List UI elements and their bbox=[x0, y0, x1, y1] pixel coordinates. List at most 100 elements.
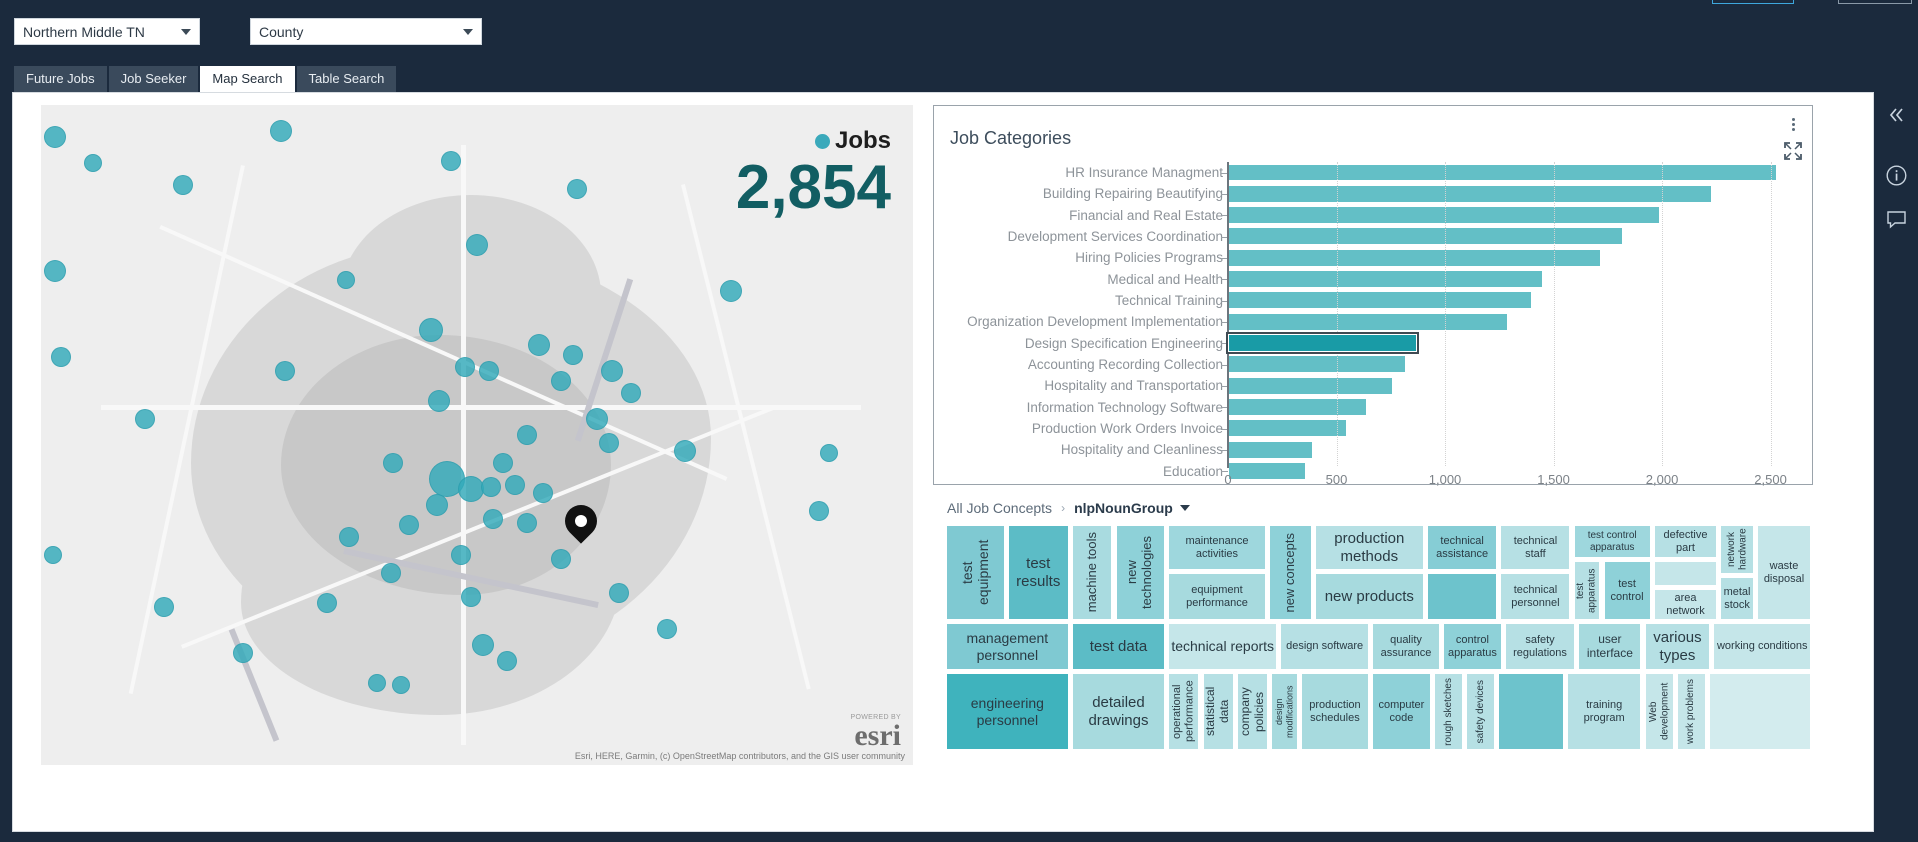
tab-map-search[interactable]: Map Search bbox=[200, 66, 295, 92]
map-cluster-dot[interactable] bbox=[51, 347, 71, 367]
bar[interactable] bbox=[1228, 462, 1307, 481]
bar-chart-plot[interactable]: HR Insurance Managment Building Repairing… bbox=[934, 162, 1814, 482]
map-cluster-dot[interactable] bbox=[154, 597, 174, 617]
map-cluster-dot[interactable] bbox=[505, 475, 525, 495]
treemap-tile[interactable]: technical personnel bbox=[1501, 574, 1570, 619]
map-cluster-dot[interactable] bbox=[497, 651, 517, 671]
info-icon[interactable] bbox=[1874, 156, 1918, 194]
bar[interactable] bbox=[1228, 184, 1712, 203]
treemap-tile[interactable]: quality assurance bbox=[1373, 624, 1439, 669]
map-cluster-dot[interactable] bbox=[479, 361, 499, 381]
map-cluster-dot[interactable] bbox=[601, 360, 623, 382]
bar[interactable] bbox=[1228, 440, 1313, 459]
tab-table-search[interactable]: Table Search bbox=[296, 66, 397, 92]
treemap-tile[interactable]: test apparatus bbox=[1574, 562, 1600, 619]
map-cluster-dot[interactable] bbox=[275, 361, 295, 381]
treemap-tile[interactable]: statistical data bbox=[1203, 674, 1233, 749]
map-cluster-dot[interactable] bbox=[657, 619, 677, 639]
map-cluster-dot[interactable] bbox=[383, 453, 403, 473]
treemap-tile[interactable]: test control bbox=[1604, 562, 1650, 619]
map-cluster-dot[interactable] bbox=[674, 440, 696, 462]
treemap-tile[interactable] bbox=[1499, 674, 1563, 749]
treemap-tile[interactable]: test results bbox=[1008, 526, 1068, 619]
treemap-tile[interactable]: test control apparatus bbox=[1574, 526, 1650, 557]
treemap-tile[interactable]: computer code bbox=[1373, 674, 1430, 749]
treemap-tile[interactable]: network hardware bbox=[1721, 526, 1753, 573]
treemap-tile[interactable]: technical assistance bbox=[1428, 526, 1497, 569]
bar-chart-row[interactable]: HR Insurance Managment bbox=[934, 162, 1814, 183]
bar-chart-row[interactable]: Education bbox=[934, 461, 1814, 482]
treemap-tile[interactable]: rough sketches bbox=[1434, 674, 1462, 749]
expand-icon[interactable] bbox=[1784, 142, 1802, 160]
treemap-tile[interactable]: user interface bbox=[1579, 624, 1641, 669]
bar[interactable] bbox=[1226, 332, 1419, 355]
map-cluster-dot[interactable] bbox=[399, 515, 419, 535]
treemap-tile[interactable]: management personnel bbox=[947, 624, 1068, 669]
map-cluster-dot[interactable] bbox=[441, 151, 461, 171]
treemap-tile[interactable] bbox=[1709, 674, 1810, 749]
map-cluster-dot[interactable] bbox=[339, 527, 359, 547]
bar-chart-row[interactable]: Hiring Policies Programs bbox=[934, 247, 1814, 268]
bar[interactable] bbox=[1228, 419, 1348, 438]
treemap-tile[interactable] bbox=[1428, 574, 1497, 619]
treemap-tile[interactable]: control apparatus bbox=[1444, 624, 1501, 669]
treemap-tile[interactable]: safety devices bbox=[1467, 674, 1494, 749]
bar[interactable] bbox=[1228, 312, 1508, 331]
treemap-tile[interactable]: metal stock bbox=[1721, 578, 1753, 619]
map-cluster-dot[interactable] bbox=[458, 476, 484, 502]
bar[interactable] bbox=[1228, 291, 1532, 310]
chevron-down-icon[interactable] bbox=[1179, 505, 1190, 511]
bar-chart-row[interactable]: Accounting Recording Collection bbox=[934, 354, 1814, 375]
map-cluster-dot[interactable] bbox=[381, 563, 401, 583]
bar-chart-row[interactable]: Development Services Coordination bbox=[934, 226, 1814, 247]
breadcrumb-current[interactable]: nlpNounGroup bbox=[1074, 500, 1173, 516]
map-cluster-dot[interactable] bbox=[426, 494, 448, 516]
map-pin-icon[interactable] bbox=[558, 498, 604, 549]
chrome-stub-plain[interactable] bbox=[1838, 0, 1912, 4]
map-cluster-dot[interactable] bbox=[563, 345, 583, 365]
bar[interactable] bbox=[1228, 206, 1660, 225]
treemap-tile[interactable]: test data bbox=[1073, 624, 1164, 669]
bar[interactable] bbox=[1228, 248, 1602, 267]
comment-icon[interactable] bbox=[1874, 200, 1918, 238]
bar[interactable] bbox=[1228, 398, 1367, 417]
bar-chart-row[interactable]: Technical Training bbox=[934, 290, 1814, 311]
bar[interactable] bbox=[1228, 227, 1623, 246]
map-cluster-dot[interactable] bbox=[270, 120, 292, 142]
kebab-menu-icon[interactable] bbox=[1786, 114, 1800, 134]
tab-job-seeker[interactable]: Job Seeker bbox=[108, 66, 199, 92]
map-cluster-dot[interactable] bbox=[392, 676, 410, 694]
treemap-tile[interactable]: new technologies bbox=[1116, 526, 1164, 619]
treemap-tile[interactable]: equipment performance bbox=[1169, 574, 1265, 619]
bar-chart-row[interactable]: Hospitality and Transportation bbox=[934, 375, 1814, 396]
map-cluster-dot[interactable] bbox=[44, 126, 66, 148]
bar[interactable] bbox=[1228, 270, 1543, 289]
treemap-tile[interactable]: company policies bbox=[1237, 674, 1268, 749]
treemap-tile[interactable]: new products bbox=[1315, 574, 1423, 619]
treemap-tile[interactable] bbox=[1654, 562, 1717, 585]
map-cluster-dot[interactable] bbox=[820, 444, 838, 462]
map-cluster-dot[interactable] bbox=[233, 643, 253, 663]
treemap-tile[interactable]: Web development bbox=[1645, 674, 1673, 749]
treemap-tile[interactable]: training program bbox=[1567, 674, 1641, 749]
map-cluster-dot[interactable] bbox=[586, 408, 608, 430]
treemap-tile[interactable]: machine tools bbox=[1073, 526, 1112, 619]
map-cluster-dot[interactable] bbox=[567, 179, 587, 199]
treemap-tile[interactable]: test equipment bbox=[947, 526, 1004, 619]
treemap-tile[interactable]: technical staff bbox=[1501, 526, 1570, 569]
treemap-tile[interactable]: design software bbox=[1281, 624, 1368, 669]
map-cluster-dot[interactable] bbox=[428, 390, 450, 412]
bar[interactable] bbox=[1228, 376, 1393, 395]
map-cluster-dot[interactable] bbox=[609, 583, 629, 603]
map-cluster-dot[interactable] bbox=[451, 545, 471, 565]
treemap-tile[interactable]: engineering personnel bbox=[947, 674, 1068, 749]
map-cluster-dot[interactable] bbox=[720, 280, 742, 302]
map-cluster-dot[interactable] bbox=[493, 453, 513, 473]
treemap-tile[interactable]: area network bbox=[1654, 590, 1717, 619]
treemap-tile[interactable]: production schedules bbox=[1302, 674, 1368, 749]
map-cluster-dot[interactable] bbox=[44, 260, 66, 282]
treemap-tile[interactable]: new concepts bbox=[1270, 526, 1311, 619]
map-cluster-dot[interactable] bbox=[173, 175, 193, 195]
map-cluster-dot[interactable] bbox=[419, 318, 443, 342]
treemap-tile[interactable]: technical reports bbox=[1169, 624, 1277, 669]
